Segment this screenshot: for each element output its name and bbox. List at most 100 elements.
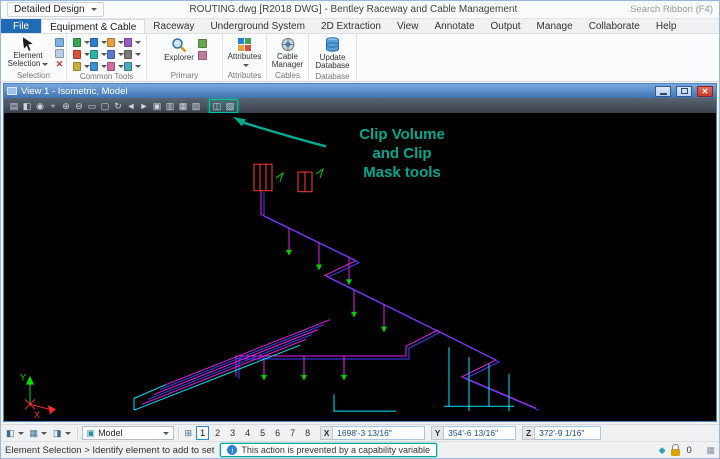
links-icon[interactable]	[197, 51, 207, 60]
coordinate-x: X 1698'-3 13/16"	[320, 426, 426, 440]
update-database-button[interactable]: Update Database	[310, 36, 356, 72]
common-tool-icon[interactable]	[106, 60, 124, 72]
copy-view-icon[interactable]: ▣	[151, 100, 163, 112]
tab-file[interactable]: File	[1, 19, 42, 33]
explorer-button[interactable]: Explorer	[162, 36, 196, 63]
display-style-icon[interactable]: ◧	[21, 100, 33, 112]
zoom-out-icon[interactable]: ⊖	[73, 100, 85, 112]
minimize-button[interactable]	[655, 85, 671, 97]
clear-selection-icon[interactable]: ✕	[56, 60, 64, 69]
view-toggle-5[interactable]: 5	[256, 426, 269, 440]
adjust-view-icon[interactable]: +	[47, 100, 59, 112]
select-all-icon[interactable]	[55, 38, 64, 47]
titlebar: Detailed Design ROUTING.dwg [R2018 DWG] …	[1, 1, 719, 19]
view-display-button[interactable]: ▦	[28, 426, 50, 440]
window-title: ROUTING.dwg [R2018 DWG] - Bentley Racewa…	[189, 4, 518, 15]
z-axis-chip[interactable]: Z	[522, 426, 536, 440]
element-selection-label: Element Selection	[7, 51, 43, 69]
ribbon-group-database: Update Database Database	[309, 34, 357, 81]
model-icon: ▣	[86, 427, 96, 438]
restore-button[interactable]	[676, 85, 692, 97]
group-label-common-tools: Common Tools	[79, 72, 134, 81]
view-toolbar: ▤ ◧ ◉ + ⊕ ⊖ ▭ ▢ ↻ ◄ ► ▣ ▥ ▦ ▧ ◫ ▨	[4, 98, 716, 113]
element-selection-button[interactable]: Element Selection	[3, 36, 53, 70]
x-coordinate-field[interactable]: 1698'-3 13/16"	[333, 426, 426, 440]
view-window-titlebar[interactable]: View 1 - Isometric, Model ✕	[4, 84, 716, 98]
brightness-icon[interactable]: ◉	[34, 100, 46, 112]
tab-collaborate[interactable]: Collaborate	[581, 19, 648, 33]
common-tool-icon[interactable]	[89, 36, 107, 48]
common-tool-icon[interactable]	[123, 36, 141, 48]
ribbon-group-attributes: Attributes Attributes	[223, 34, 267, 81]
clip-volume-icon[interactable]: ◫	[211, 100, 223, 112]
common-tool-icon[interactable]	[106, 48, 124, 60]
axis-y-label: Y	[20, 373, 26, 383]
zoom-in-icon[interactable]: ⊕	[60, 100, 72, 112]
y-axis-chip[interactable]: Y	[431, 426, 445, 440]
attributes-button[interactable]: Attributes	[225, 36, 264, 71]
view-canvas[interactable]: Y X Clip Volume and Clip Mask tools	[4, 113, 716, 421]
status-message: i This action is prevented by a capabili…	[220, 443, 437, 457]
ribbon-content: Element Selection ✕ Selection Common Too…	[1, 34, 719, 82]
tab-help[interactable]: Help	[648, 19, 685, 33]
common-tool-icon[interactable]	[72, 48, 90, 60]
tab-output[interactable]: Output	[483, 19, 529, 33]
tab-2d-extraction[interactable]: 2D Extraction	[313, 19, 389, 33]
snap-mode-icon[interactable]: ◆	[659, 445, 666, 456]
view-toggle-3[interactable]: 3	[226, 426, 239, 440]
common-tool-icon[interactable]	[106, 36, 124, 48]
view-previous-icon[interactable]: ◄	[125, 100, 137, 112]
clip-mask-icon[interactable]: ▨	[224, 100, 236, 112]
tab-equipment-cable[interactable]: Equipment & Cable	[41, 19, 146, 33]
view-previous-icon: ◧	[6, 427, 15, 438]
cable-manager-button[interactable]: Cable Manager	[268, 36, 308, 71]
tab-annotate[interactable]: Annotate	[426, 19, 482, 33]
select-previous-icon[interactable]	[55, 49, 64, 58]
pan-view-icon[interactable]: ▥	[164, 100, 176, 112]
grid-icon[interactable]: ▦	[706, 445, 715, 456]
view-toggle-1[interactable]: 1	[196, 426, 210, 440]
workflow-selector[interactable]: Detailed Design	[7, 2, 104, 17]
view-toggle-2[interactable]: 2	[211, 426, 224, 440]
y-coordinate-field[interactable]: 354'-6 13/16"	[444, 426, 517, 440]
view-attributes-icon[interactable]: ▤	[8, 100, 20, 112]
rotate-view-icon[interactable]: ↻	[112, 100, 124, 112]
chevron-down-icon	[162, 431, 169, 435]
fit-view-icon[interactable]: ▭	[86, 100, 98, 112]
view-group-button[interactable]: ⊞	[183, 426, 195, 440]
tab-view[interactable]: View	[389, 19, 427, 33]
common-tool-icon[interactable]	[89, 48, 107, 60]
saved-views-button[interactable]: ◨	[51, 426, 73, 440]
common-tool-icon[interactable]	[123, 48, 141, 60]
lock-icon[interactable]	[671, 443, 681, 456]
view-previous-button[interactable]: ◧	[4, 426, 26, 440]
view-toggle-4[interactable]: 4	[241, 426, 254, 440]
ribbon-search-input[interactable]	[603, 4, 713, 15]
common-tool-icon[interactable]	[72, 60, 90, 72]
window-area-icon[interactable]: ▢	[99, 100, 111, 112]
selection-count: 0	[686, 444, 692, 456]
z-coordinate-field[interactable]: 372'-9 1/16"	[535, 426, 602, 440]
model-selector[interactable]: ▣ Model	[81, 426, 174, 440]
database-icon	[326, 37, 339, 52]
view-toggle-6[interactable]: 6	[271, 426, 284, 440]
tab-underground-system[interactable]: Underground System	[202, 19, 313, 33]
walk-icon[interactable]: ▦	[177, 100, 189, 112]
ribbon-group-selection: Element Selection ✕ Selection	[1, 34, 67, 81]
coordinate-z: Z 372'-9 1/16"	[522, 426, 602, 440]
view-menu-icon[interactable]	[7, 87, 17, 95]
common-tool-icon[interactable]	[72, 36, 90, 48]
view-toggle-8[interactable]: 8	[301, 426, 314, 440]
view-toggle-7[interactable]: 7	[286, 426, 299, 440]
x-axis-chip[interactable]: X	[320, 426, 334, 440]
tab-manage[interactable]: Manage	[529, 19, 581, 33]
items-icon[interactable]	[197, 39, 207, 48]
common-tool-icon[interactable]	[89, 60, 107, 72]
close-button[interactable]: ✕	[697, 85, 713, 97]
view-next-icon[interactable]: ►	[138, 100, 150, 112]
navigate-view-icon[interactable]: ▧	[190, 100, 202, 112]
attributes-icon	[238, 38, 251, 51]
tab-raceway[interactable]: Raceway	[145, 19, 202, 33]
clip-tools-highlight: ◫ ▨	[209, 98, 238, 113]
common-tool-icon[interactable]	[123, 60, 141, 72]
